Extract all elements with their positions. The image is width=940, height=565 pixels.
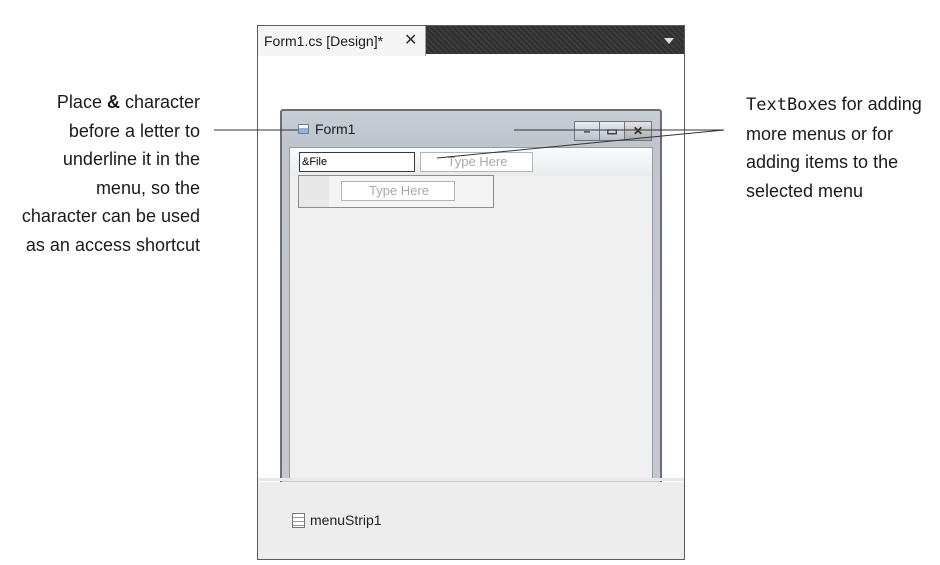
design-surface: Form1 – ▭ ✕ &File Type Here Type Here	[258, 56, 684, 491]
form-icon	[298, 124, 309, 134]
designer-window: Form1.cs [Design]* ✕ Form1 – ▭ ✕ &File T…	[257, 25, 685, 560]
menu-strip[interactable]: &File Type Here	[290, 148, 652, 176]
form1-window[interactable]: Form1 – ▭ ✕ &File Type Here Type Here	[280, 109, 662, 491]
tray-separator	[258, 478, 684, 481]
maximize-button[interactable]: ▭	[599, 121, 625, 141]
type-here-top-textbox[interactable]: Type Here	[420, 152, 533, 172]
tray-item-label: menuStrip1	[310, 512, 382, 528]
callout-text-part: character before a letter to underline i…	[21, 92, 200, 255]
document-tab-strip: Form1.cs [Design]* ✕	[258, 26, 684, 56]
callout-ampersand: &	[106, 92, 120, 112]
callout-code-term: TextBox	[746, 95, 818, 115]
form-title: Form1	[315, 121, 356, 137]
callout-textboxes: TextBoxes for adding more menus or for a…	[746, 90, 940, 205]
minimize-icon: –	[583, 124, 591, 138]
caption-buttons: – ▭ ✕	[574, 121, 652, 141]
close-icon: ✕	[632, 124, 644, 138]
form-title-bar: Form1	[298, 121, 355, 137]
callout-access-shortcut: Place & character before a letter to und…	[20, 88, 200, 259]
tab-form1-design[interactable]: Form1.cs [Design]* ✕	[258, 26, 426, 56]
close-icon[interactable]: ✕	[404, 26, 417, 56]
type-here-sub-textbox[interactable]: Type Here	[341, 181, 455, 201]
file-menu-textbox[interactable]: &File	[299, 152, 415, 172]
component-tray: menuStrip1	[258, 482, 684, 559]
chevron-down-icon[interactable]	[664, 38, 674, 44]
dropdown-image-margin	[299, 176, 329, 207]
tab-label: Form1.cs [Design]*	[264, 33, 384, 49]
menustrip-icon	[292, 513, 305, 528]
close-button[interactable]: ✕	[624, 121, 652, 141]
form-client-area[interactable]: &File Type Here Type Here	[289, 147, 653, 481]
minimize-button[interactable]: –	[574, 121, 600, 141]
maximize-icon: ▭	[606, 124, 618, 138]
callout-text-part: Place	[56, 92, 107, 112]
file-dropdown-panel: Type Here	[298, 175, 494, 208]
tray-item-menustrip[interactable]: menuStrip1	[292, 512, 382, 528]
